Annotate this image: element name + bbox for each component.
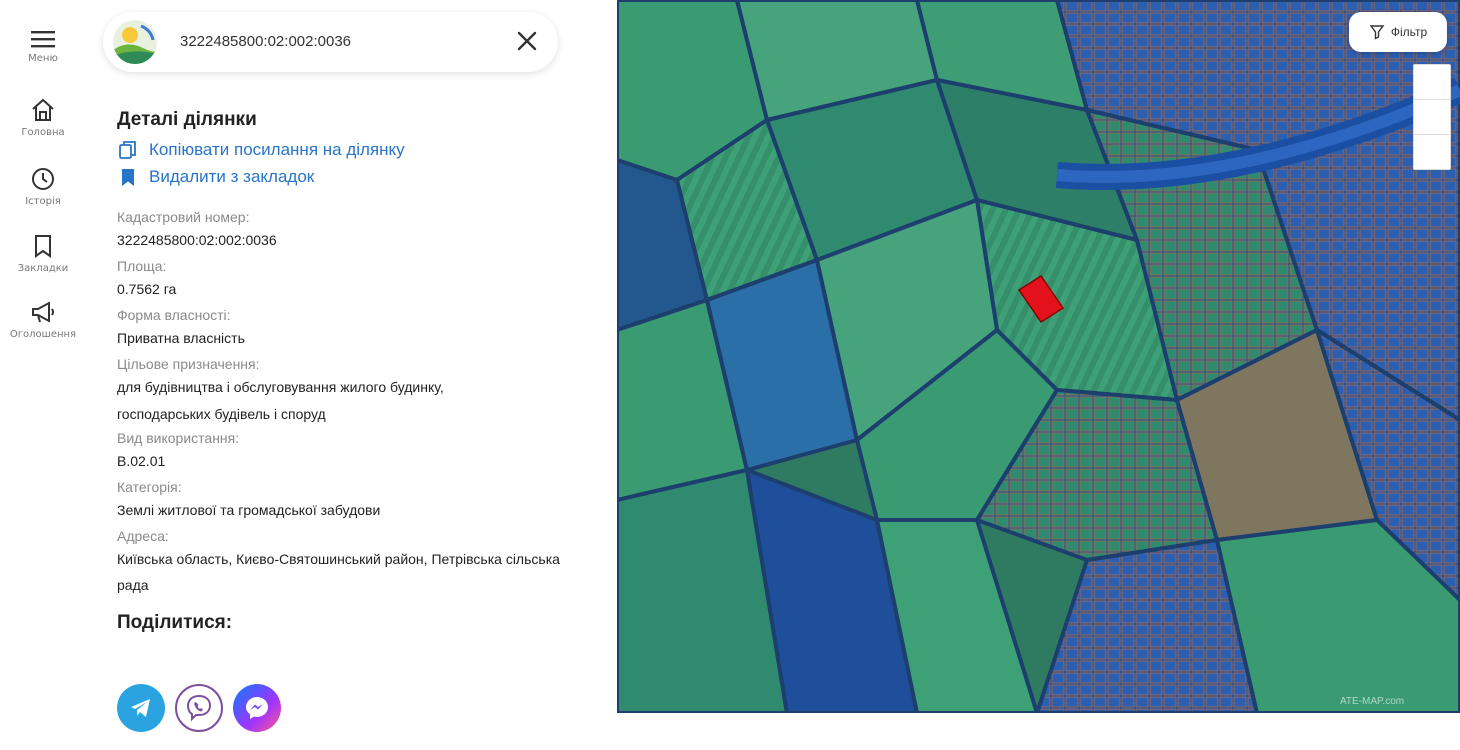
copy-link-label: Копіювати посилання на ділянку	[149, 139, 405, 159]
nav-home-label: Головна	[21, 127, 65, 138]
field-value-category: Землі житлової та громадської забудови	[117, 502, 381, 518]
bookmark-icon	[35, 235, 51, 258]
bookmark-filled-icon	[122, 168, 134, 186]
logo-icon	[113, 20, 157, 64]
search-bar[interactable]: 3222485800:02:002:0036	[103, 12, 558, 72]
home-icon	[32, 98, 54, 121]
field-label-category: Категорія:	[117, 479, 182, 495]
nav-home[interactable]: Головна	[0, 96, 86, 138]
close-icon[interactable]	[514, 28, 540, 54]
app-logo	[113, 20, 157, 64]
nav-menu[interactable]: Меню	[0, 28, 86, 64]
field-value-address: Київська область, Києво-Святошинський ра…	[117, 551, 560, 593]
filter-button[interactable]: Фільтр	[1349, 12, 1447, 52]
hamburger-icon	[31, 31, 55, 48]
field-label-address: Адреса:	[117, 528, 169, 544]
telegram-icon	[131, 699, 150, 717]
megaphone-icon	[32, 301, 54, 323]
share-buttons	[117, 684, 281, 732]
zoom-in-button[interactable]	[1413, 64, 1451, 100]
field-value-cadastral: 3222485800:02:002:0036	[117, 232, 277, 248]
parcel-details: Деталі ділянки Копіювати посилання на ді…	[117, 106, 587, 634]
map-view[interactable]	[617, 0, 1460, 713]
map-attribution: ATE-MAP.com	[1340, 696, 1405, 707]
share-telegram-button[interactable]	[117, 684, 165, 732]
share-viber-button[interactable]	[175, 684, 223, 732]
field-value-purpose: для будівництва і обслуговування жилого …	[117, 379, 444, 422]
field-label-cadastral: Кадастровий номер:	[117, 209, 250, 225]
nav-menu-label: Меню	[28, 53, 58, 64]
nav-history[interactable]: Історія	[0, 165, 86, 207]
remove-bookmark-label: Видалити з закладок	[149, 166, 315, 186]
field-label-usage: Вид використання:	[117, 430, 240, 446]
field-label-area: Площа:	[117, 258, 167, 274]
clock-icon	[32, 168, 54, 190]
share-title: Поділитися:	[117, 612, 233, 633]
field-value-usage: В.02.01	[117, 453, 166, 469]
nav-ads-label: Оголошення	[9, 329, 77, 340]
copy-link-button[interactable]: Копіювати посилання на ділянку	[117, 136, 587, 163]
filter-icon	[1369, 25, 1385, 40]
copy-icon	[119, 140, 136, 159]
field-value-area: 0.7562 га	[117, 281, 177, 297]
details-title: Деталі ділянки	[117, 109, 257, 130]
zoom-out-button[interactable]	[1413, 99, 1451, 135]
nav-ads[interactable]: Оголошення	[0, 298, 86, 340]
remove-bookmark-button[interactable]: Видалити з закладок	[117, 163, 587, 190]
nav-bookmarks-label: Закладки	[17, 263, 69, 274]
details-fields: Кадастровий номер: 3222485800:02:002:003…	[117, 207, 587, 598]
share-messenger-button[interactable]	[233, 684, 281, 732]
messenger-icon	[246, 697, 268, 719]
filter-label: Фільтр	[1390, 25, 1428, 39]
viber-icon	[186, 694, 212, 722]
nav-rail: Меню Головна Історія Закладки Оголошення	[0, 0, 86, 750]
map-layer-button[interactable]	[1413, 134, 1451, 170]
cadastral-map[interactable]	[617, 0, 1460, 713]
nav-bookmarks[interactable]: Закладки	[0, 232, 86, 274]
nav-history-label: Історія	[25, 196, 61, 207]
search-input[interactable]: 3222485800:02:002:0036	[180, 33, 351, 50]
field-label-ownership: Форма власності:	[117, 307, 231, 323]
field-value-ownership: Приватна власність	[117, 330, 245, 346]
field-label-purpose: Цільове призначення:	[117, 356, 260, 372]
